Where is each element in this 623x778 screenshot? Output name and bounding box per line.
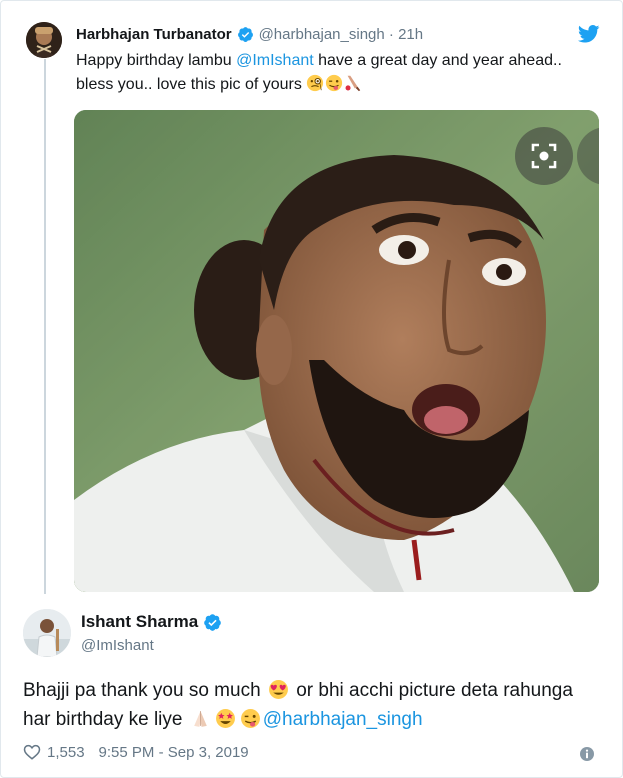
heart-eyes-emoji — [268, 680, 288, 699]
info-icon[interactable] — [579, 746, 595, 762]
quoted-tweet-text: Happy birthday lambu @ImIshant have a gr… — [76, 49, 596, 97]
tweet-time[interactable]: 21h — [398, 26, 423, 43]
scan-image-icon — [531, 143, 557, 169]
cricket-bat-emoji — [345, 75, 361, 92]
tweet-text-part: Bhajji pa thank you so much — [23, 680, 266, 701]
winking-tongue-emoji — [326, 74, 343, 92]
tweet-timestamp[interactable]: 9:55 PM - Sep 3, 2019 — [99, 744, 249, 761]
tweet-author-header: Ishant Sharma — [81, 612, 227, 632]
twitter-bird-icon[interactable] — [578, 25, 600, 43]
mention-link[interactable]: @harbhajan_singh — [263, 709, 423, 730]
tweet-text-part: Happy birthday lambu — [76, 52, 237, 69]
like-count[interactable]: 1,553 — [47, 744, 85, 761]
photo-image — [74, 110, 599, 592]
avatar-harbhajan[interactable] — [26, 22, 62, 58]
folded-hands-emoji — [193, 711, 207, 727]
author-handle[interactable]: @ImIshant — [81, 637, 154, 654]
monocle-face-emoji — [307, 74, 324, 92]
separator: · — [388, 26, 394, 43]
verified-badge-icon — [204, 613, 221, 631]
tweet-photo[interactable] — [74, 110, 599, 592]
tweet-card: Harbhajan Turbanator @harbhajan_singh · … — [0, 0, 623, 778]
image-scan-button[interactable] — [515, 127, 573, 185]
star-struck-emoji — [215, 709, 235, 728]
thread-line — [44, 59, 46, 594]
quoted-tweet-header: Harbhajan Turbanator @harbhajan_singh · … — [76, 26, 423, 43]
avatar-ishant[interactable] — [23, 609, 71, 657]
heart-icon[interactable] — [23, 743, 41, 761]
winking-tongue-emoji — [240, 709, 260, 728]
tweet-footer: 1,553 9:55 PM - Sep 3, 2019 — [23, 743, 249, 761]
author-name[interactable]: Ishant Sharma — [81, 612, 198, 632]
verified-badge-icon — [237, 27, 253, 42]
handle-time: @harbhajan_singh · 21h — [259, 26, 424, 43]
author-handle[interactable]: @harbhajan_singh — [259, 26, 385, 43]
tweet-text: Bhajji pa thank you so much or bhi acchi… — [23, 676, 603, 734]
mention-link[interactable]: @ImIshant — [236, 52, 314, 69]
author-name[interactable]: Harbhajan Turbanator — [76, 26, 232, 43]
